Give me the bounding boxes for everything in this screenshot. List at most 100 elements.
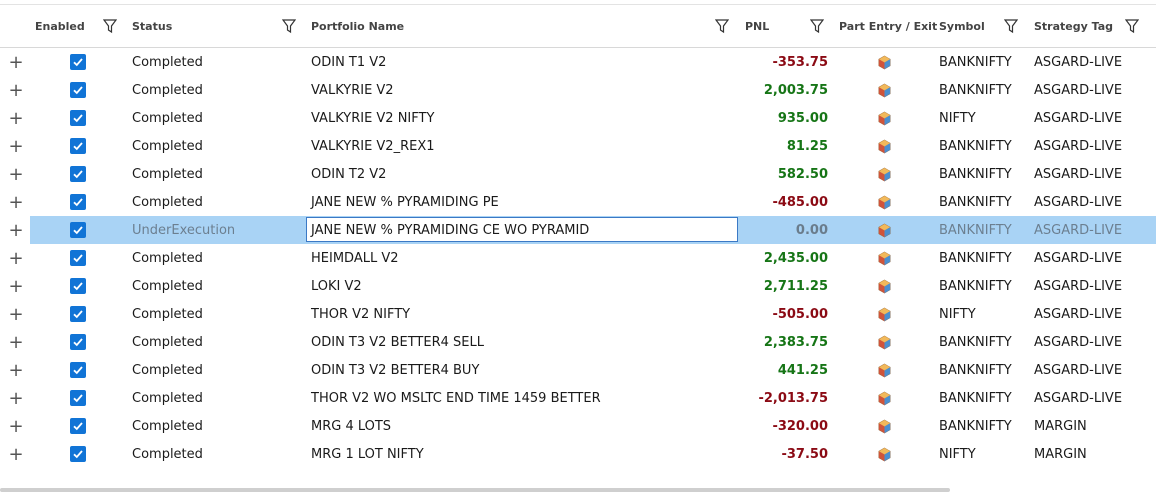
portfolio-name-cell[interactable]: ODIN T2 V2 (311, 160, 386, 188)
filter-icon[interactable] (715, 18, 729, 34)
column-header-status[interactable]: Status (132, 5, 172, 47)
hexagon-cube-icon[interactable] (876, 188, 892, 216)
column-header-strategy-tag[interactable]: Strategy Tag (1034, 5, 1113, 47)
enabled-checkbox[interactable] (70, 278, 86, 294)
plus-icon[interactable]: + (8, 160, 24, 188)
plus-icon[interactable]: + (8, 76, 24, 104)
enabled-checkbox[interactable] (70, 250, 86, 266)
table-row[interactable]: + Completed ODIN T3 V2 BETTER4 SELL 2,38… (0, 328, 1156, 356)
enabled-checkbox[interactable] (70, 390, 86, 406)
table-row[interactable]: + UnderExecution JANE NEW % PYRAMIDING C… (0, 216, 1156, 244)
pnl-cell: 2,711.25 (763, 278, 828, 294)
enabled-checkbox[interactable] (70, 82, 86, 98)
table-row[interactable]: + Completed THOR V2 WO MSLTC END TIME 14… (0, 384, 1156, 412)
table-row[interactable]: + Completed VALKYRIE V2_REX1 81.25 BANKN… (0, 132, 1156, 160)
plus-icon[interactable]: + (8, 328, 24, 356)
hexagon-cube-icon[interactable] (876, 300, 892, 328)
table-row[interactable]: + Completed JANE NEW % PYRAMIDING PE -48… (0, 188, 1156, 216)
table-row[interactable]: + Completed ODIN T3 V2 BETTER4 BUY 441.2… (0, 356, 1156, 384)
hexagon-cube-icon[interactable] (876, 328, 892, 356)
enabled-checkbox[interactable] (70, 334, 86, 350)
hexagon-cube-icon[interactable] (876, 440, 892, 468)
portfolio-name-cell[interactable]: MRG 4 LOTS (311, 412, 391, 440)
enabled-checkbox[interactable] (70, 194, 86, 210)
column-header-symbol[interactable]: Symbol (939, 5, 985, 47)
pnl-cell: 2,383.75 (763, 334, 828, 350)
hexagon-cube-icon[interactable] (876, 384, 892, 412)
portfolio-name-cell[interactable]: JANE NEW % PYRAMIDING CE WO PYRAMID (311, 216, 589, 244)
horizontal-scrollbar[interactable] (0, 488, 950, 492)
plus-icon[interactable]: + (8, 300, 24, 328)
hexagon-cube-icon[interactable] (876, 104, 892, 132)
hexagon-cube-icon[interactable] (876, 244, 892, 272)
column-header-portfolio-name[interactable]: Portfolio Name (311, 5, 404, 47)
enabled-checkbox[interactable] (70, 306, 86, 322)
table-row[interactable]: + Completed ODIN T1 V2 -353.75 BANKNIFTY… (0, 48, 1156, 76)
portfolio-name-cell[interactable]: JANE NEW % PYRAMIDING PE (311, 188, 499, 216)
plus-icon[interactable]: + (8, 412, 24, 440)
portfolio-name-cell[interactable]: ODIN T1 V2 (311, 48, 386, 76)
filter-icon[interactable] (1125, 18, 1139, 34)
hexagon-cube-icon[interactable] (876, 356, 892, 384)
strategy-tag-cell: ASGARD-LIVE (1034, 362, 1123, 378)
enabled-checkbox[interactable] (70, 54, 86, 70)
table-row[interactable]: + Completed HEIMDALL V2 2,435.00 BANKNIF… (0, 244, 1156, 272)
plus-icon[interactable]: + (8, 188, 24, 216)
enabled-checkbox[interactable] (70, 138, 86, 154)
pnl-cell: -353.75 (772, 54, 828, 70)
symbol-cell: BANKNIFTY (939, 362, 1012, 378)
enabled-checkbox[interactable] (70, 418, 86, 434)
portfolio-name-cell[interactable]: THOR V2 NIFTY (311, 300, 410, 328)
column-header-pnl[interactable]: PNL (745, 5, 769, 47)
table-row[interactable]: + Completed ODIN T2 V2 582.50 BANKNIFTY … (0, 160, 1156, 188)
plus-icon[interactable]: + (8, 48, 24, 76)
hexagon-cube-icon[interactable] (876, 160, 892, 188)
table-row[interactable]: + Completed THOR V2 NIFTY -505.00 NIFTY … (0, 300, 1156, 328)
plus-icon[interactable]: + (8, 384, 24, 412)
enabled-checkbox[interactable] (70, 110, 86, 126)
hexagon-cube-icon[interactable] (876, 76, 892, 104)
plus-icon[interactable]: + (8, 104, 24, 132)
portfolio-name-cell[interactable]: THOR V2 WO MSLTC END TIME 1459 BETTER (311, 384, 601, 412)
enabled-checkbox[interactable] (70, 222, 86, 238)
symbol-cell: BANKNIFTY (939, 82, 1012, 98)
table-row[interactable]: + Completed LOKI V2 2,711.25 BANKNIFTY A… (0, 272, 1156, 300)
strategy-tag-cell: ASGARD-LIVE (1034, 306, 1123, 322)
table-row[interactable]: + Completed MRG 1 LOT NIFTY -37.50 NIFTY… (0, 440, 1156, 468)
portfolio-name-cell[interactable]: VALKYRIE V2 NIFTY (311, 104, 434, 132)
plus-icon[interactable]: + (8, 244, 24, 272)
table-row[interactable]: + Completed VALKYRIE V2 NIFTY 935.00 NIF… (0, 104, 1156, 132)
table-row[interactable]: + Completed MRG 4 LOTS -320.00 BANKNIFTY… (0, 412, 1156, 440)
plus-icon[interactable]: + (8, 356, 24, 384)
portfolio-name-cell[interactable]: ODIN T3 V2 BETTER4 SELL (311, 328, 484, 356)
portfolio-name-cell[interactable]: MRG 1 LOT NIFTY (311, 440, 424, 468)
enabled-checkbox[interactable] (70, 166, 86, 182)
plus-icon[interactable]: + (8, 132, 24, 160)
portfolio-name-cell[interactable]: VALKYRIE V2 (311, 76, 394, 104)
strategy-tag-cell: ASGARD-LIVE (1034, 54, 1123, 70)
hexagon-cube-icon[interactable] (876, 272, 892, 300)
portfolio-name-cell[interactable]: VALKYRIE V2_REX1 (311, 132, 435, 160)
portfolio-name-cell[interactable]: LOKI V2 (311, 272, 362, 300)
checkmark-icon (73, 226, 83, 235)
filter-icon[interactable] (810, 18, 824, 34)
plus-icon[interactable]: + (8, 440, 24, 468)
filter-icon[interactable] (103, 18, 117, 34)
table-row[interactable]: + Completed VALKYRIE V2 2,003.75 BANKNIF… (0, 76, 1156, 104)
column-header-enabled[interactable]: Enabled (35, 5, 85, 47)
portfolio-name-cell[interactable]: ODIN T3 V2 BETTER4 BUY (311, 356, 479, 384)
hexagon-cube-icon[interactable] (876, 216, 892, 244)
hexagon-cube-icon[interactable] (876, 412, 892, 440)
portfolio-name-cell[interactable]: HEIMDALL V2 (311, 244, 399, 272)
column-header-part-entry-exit[interactable]: Part Entry / Exit (839, 5, 937, 47)
filter-icon[interactable] (282, 18, 296, 34)
plus-icon[interactable]: + (8, 272, 24, 300)
symbol-cell: BANKNIFTY (939, 334, 1012, 350)
enabled-checkbox[interactable] (70, 362, 86, 378)
plus-icon[interactable]: + (8, 216, 24, 244)
hexagon-cube-icon[interactable] (876, 132, 892, 160)
filter-icon[interactable] (1004, 18, 1018, 34)
enabled-checkbox[interactable] (70, 446, 86, 462)
status-cell: Completed (132, 194, 203, 210)
hexagon-cube-icon[interactable] (876, 48, 892, 76)
